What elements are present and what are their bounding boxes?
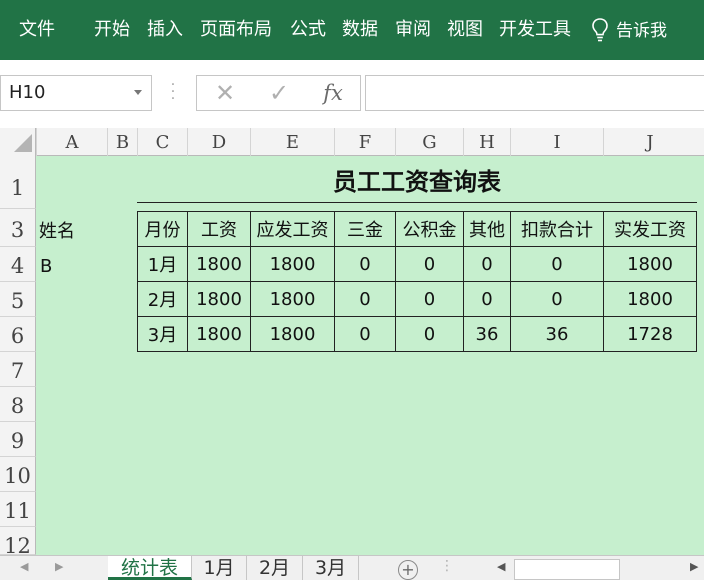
insert-function-icon[interactable]: fx [313,75,353,111]
tab-page-layout[interactable]: 页面布局 [200,0,272,60]
tab-view[interactable]: 视图 [447,0,483,60]
header-cell[interactable]: 公积金 [395,211,464,247]
table-cell[interactable]: 0 [334,246,396,282]
grip-dots-icon: · · · [170,77,176,107]
table-cell[interactable]: 0 [334,316,396,352]
row-header-8[interactable]: 8 [0,387,36,422]
scroll-right-icon[interactable]: ▶ [690,560,698,573]
header-cell[interactable]: 工资 [187,211,251,247]
table-cell[interactable]: 1800 [603,246,697,282]
tab-home[interactable]: 开始 [94,0,130,60]
table-cell[interactable]: 36 [510,316,604,352]
sheet-tab-jan[interactable]: 1月 [192,556,247,580]
name-value-cell[interactable]: B [40,253,52,281]
header-cell[interactable]: 应发工资 [250,211,335,247]
table-cell[interactable]: 1800 [187,246,251,282]
row-header-3[interactable]: 3 [0,209,36,247]
table-cell[interactable]: 0 [395,246,464,282]
scroll-tabs-right-icon[interactable]: ▶ [55,560,63,573]
row-header-9[interactable]: 9 [0,422,36,457]
tab-data[interactable]: 数据 [342,0,378,60]
table-cell[interactable]: 1800 [603,281,697,317]
formula-input[interactable] [365,75,704,111]
header-cell[interactable]: 三金 [334,211,396,247]
sheet-tab-summary[interactable]: 统计表 [108,556,192,580]
chevron-down-icon[interactable] [134,90,142,95]
tab-insert[interactable]: 插入 [147,0,183,60]
tab-file[interactable]: 文件 [19,0,55,60]
table-cell[interactable]: 36 [463,316,511,352]
row-header-12[interactable]: 12 [0,527,36,558]
salary-table: 月份 工资 应发工资 三金 公积金 其他 扣款合计 实发工资 1月 1800 1… [137,211,697,352]
col-header-h[interactable]: H [463,128,510,156]
table-cell[interactable]: 1月 [137,246,188,282]
col-header-e[interactable]: E [250,128,334,156]
table-cell[interactable]: 0 [510,246,604,282]
col-header-j[interactable]: J [603,128,696,156]
scroll-left-icon[interactable]: ◀ [497,560,505,573]
table-cell[interactable]: 0 [463,246,511,282]
select-all-triangle-icon [14,134,32,152]
header-cell[interactable]: 月份 [137,211,188,247]
table-row: 2月 1800 1800 0 0 0 0 1800 [137,281,697,317]
col-header-g[interactable]: G [395,128,463,156]
table-cell[interactable]: 2月 [137,281,188,317]
name-box[interactable]: H10 [0,75,152,111]
row-header-10[interactable]: 10 [0,457,36,492]
table-cell[interactable]: 0 [510,281,604,317]
header-cell[interactable]: 实发工资 [603,211,697,247]
table-cell[interactable]: 1800 [187,281,251,317]
table-cell[interactable]: 0 [334,281,396,317]
col-header-a[interactable]: A [36,128,107,156]
tabbar-grip-icon: ⋮ [440,558,454,574]
table-cell[interactable]: 1800 [250,281,335,317]
table-cell[interactable]: 1800 [187,316,251,352]
col-header-f[interactable]: F [334,128,395,156]
col-header-c[interactable]: C [137,128,187,156]
tab-developer[interactable]: 开发工具 [499,0,571,60]
col-header-d[interactable]: D [187,128,250,156]
row-header-7[interactable]: 7 [0,352,36,387]
table-cell[interactable]: 1728 [603,316,697,352]
tab-review[interactable]: 审阅 [395,0,431,60]
table-cell[interactable]: 3月 [137,316,188,352]
table-cell[interactable]: 0 [395,316,464,352]
row-header-1[interactable]: 1 [0,156,36,209]
table-cell[interactable]: 1800 [250,246,335,282]
table-row: 3月 1800 1800 0 0 36 36 1728 [137,316,697,352]
title-underline [137,202,697,203]
table-header-row: 月份 工资 应发工资 三金 公积金 其他 扣款合计 实发工资 [137,211,697,247]
cancel-icon[interactable]: ✕ [205,75,245,111]
header-cell[interactable]: 扣款合计 [510,211,604,247]
row-header-6[interactable]: 6 [0,317,36,352]
sheet-tab-feb[interactable]: 2月 [247,556,303,580]
tell-me-search[interactable]: 告诉我 [616,0,667,60]
header-cell[interactable]: 其他 [463,211,511,247]
enter-icon[interactable]: ✓ [259,75,299,111]
table-row: 1月 1800 1800 0 0 0 0 1800 [137,246,697,282]
scroll-tabs-left-icon[interactable]: ◀ [20,560,28,573]
col-header-b[interactable]: B [107,128,137,156]
table-cell[interactable]: 0 [395,281,464,317]
tab-formulas[interactable]: 公式 [290,0,326,60]
row-header-11[interactable]: 11 [0,492,36,527]
col-header-i[interactable]: I [510,128,603,156]
sheet-tab-mar[interactable]: 3月 [303,556,359,580]
sheet-title[interactable]: 员工工资查询表 [137,162,697,198]
scrollbar-thumb[interactable] [514,559,620,580]
name-label-cell[interactable]: 姓名 [39,218,75,246]
row-header-4[interactable]: 4 [0,247,36,282]
table-cell[interactable]: 0 [463,281,511,317]
add-sheet-icon[interactable]: + [398,560,418,580]
table-cell[interactable]: 1800 [250,316,335,352]
row-header-5[interactable]: 5 [0,282,36,317]
lightbulb-icon[interactable] [592,18,608,44]
